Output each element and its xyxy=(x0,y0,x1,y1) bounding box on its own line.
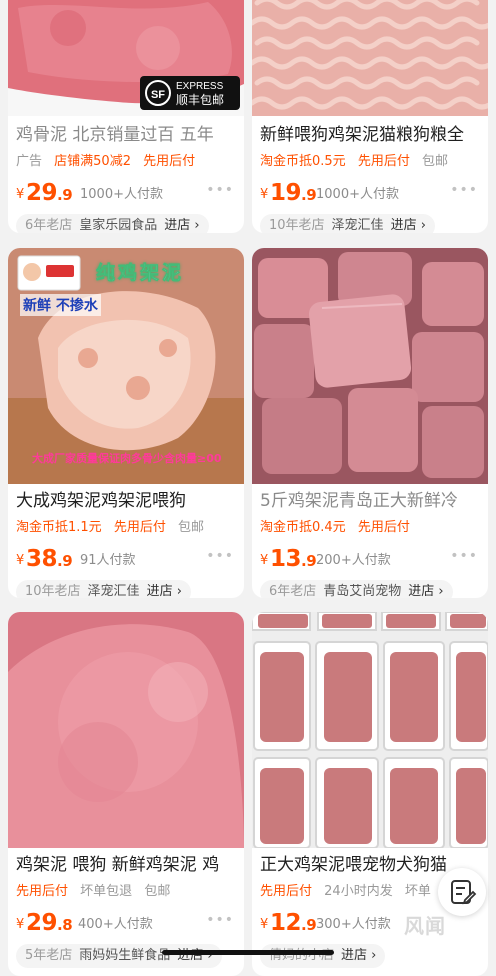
currency-symbol: ¥ xyxy=(260,553,269,568)
shop-link[interactable]: 5年老店 雨妈妈生鲜食品 进店 › xyxy=(16,944,222,968)
enter-shop-label: 进店 › xyxy=(146,584,182,598)
edit-note-icon xyxy=(451,880,477,905)
shop-link[interactable]: 6年老店 皇家乐园食品 进店 › xyxy=(16,214,209,233)
promo-tag: 店铺满50减2 xyxy=(54,154,131,169)
more-options-icon[interactable]: ••• xyxy=(206,182,234,198)
shop-link[interactable]: 6年老店 青岛艾尚宠物 进店 › xyxy=(260,580,453,598)
product-card[interactable]: SF EXPRESS 顺丰包邮 鸡骨泥 北京销量过百 五年 广告 店铺满50减2… xyxy=(8,0,244,233)
express-label: EXPRESS xyxy=(176,81,224,92)
shop-name: 青岛艾尚宠物 xyxy=(323,584,402,598)
sales-count: 200+人付款 xyxy=(316,553,391,568)
home-indicator[interactable] xyxy=(162,950,334,955)
image-bottom-caption: 大成厂家质量保证肉多骨少含肉量≥00 xyxy=(32,452,222,465)
image-headline: 纯鸡架泥 xyxy=(96,262,185,285)
product-image xyxy=(252,0,488,116)
product-image xyxy=(252,612,488,848)
edit-note-button[interactable] xyxy=(438,868,486,916)
shop-name: 泽宠汇佳 xyxy=(87,584,140,598)
product-card[interactable]: 5斤鸡架泥青岛正大新鲜冷 淘金币抵0.4元 先用后付 ¥ 13.9 200+人付… xyxy=(252,248,488,598)
ship-24h-tag: 24小时内发 xyxy=(324,884,393,899)
currency-symbol: ¥ xyxy=(16,187,25,202)
product-tags: 淘金币抵0.5元 先用后付 包邮 xyxy=(260,152,482,172)
shop-age: 6年老店 xyxy=(269,584,317,598)
product-image: SF EXPRESS 顺丰包邮 xyxy=(8,0,244,116)
currency-symbol: ¥ xyxy=(16,917,25,932)
product-image: 纯鸡架泥 新鲜 不掺水 大成厂家质量保证肉多骨少含肉量≥00 xyxy=(8,248,244,484)
ad-tag: 广告 xyxy=(16,154,43,169)
more-options-icon[interactable]: ••• xyxy=(450,548,478,564)
sales-count: 1000+人付款 xyxy=(80,187,163,202)
product-title[interactable]: 鸡骨泥 北京销量过百 五年 xyxy=(16,122,238,148)
price-row: ¥ 29.9 1000+人付款 ••• xyxy=(16,178,236,206)
shop-age: 10年老店 xyxy=(25,584,81,598)
shop-age: 6年老店 xyxy=(25,218,73,233)
free-shipping-tag: 包邮 xyxy=(144,884,171,899)
price-row: ¥ 13.9 200+人付款 ••• xyxy=(260,544,480,572)
shop-age: 10年老店 xyxy=(269,218,325,233)
product-image xyxy=(252,248,488,484)
product-price: 13.9 xyxy=(270,546,317,572)
product-price: 12.9 xyxy=(270,910,317,936)
product-price: 29.9 xyxy=(26,180,73,206)
refund-tag: 坏单 xyxy=(404,884,431,899)
product-card[interactable]: 正大鸡架泥喂宠物犬狗猫 先用后付 24小时内发 坏单 ¥ 12.9 300+人付… xyxy=(252,612,488,976)
product-price: 38.9 xyxy=(26,546,73,572)
sales-count: 400+人付款 xyxy=(78,917,153,932)
product-tags: 淘金币抵1.1元 先用后付 包邮 xyxy=(16,518,238,538)
shop-name: 皇家乐园食品 xyxy=(79,218,158,233)
enter-shop-label: 进店 › xyxy=(390,218,426,233)
enter-shop-label: 进店 › xyxy=(164,218,200,233)
free-shipping-tag: 包邮 xyxy=(177,520,204,535)
pay-later-tag: 先用后付 xyxy=(113,520,166,535)
product-tags: 先用后付 坏单包退 包邮 xyxy=(16,882,238,902)
product-card[interactable]: 鸡架泥 喂狗 新鲜鸡架泥 鸡 先用后付 坏单包退 包邮 ¥ 29.8 400+人… xyxy=(8,612,244,976)
refund-tag: 坏单包退 xyxy=(80,884,133,899)
product-title[interactable]: 鸡架泥 喂狗 新鲜鸡架泥 鸡 xyxy=(16,852,238,878)
product-tags: 淘金币抵0.4元 先用后付 xyxy=(260,518,482,538)
shop-age: 5年老店 xyxy=(25,948,73,963)
price-row: ¥ 19.9 1000+人付款 ••• xyxy=(260,178,480,206)
product-card[interactable]: 纯鸡架泥 新鲜 不掺水 大成厂家质量保证肉多骨少含肉量≥00 大成鸡架泥鸡架泥喂… xyxy=(8,248,244,598)
coin-discount-tag: 淘金币抵0.5元 xyxy=(260,154,346,169)
free-shipping-tag: 包邮 xyxy=(421,154,448,169)
pay-later-tag: 先用后付 xyxy=(357,520,410,535)
coin-discount-tag: 淘金币抵0.4元 xyxy=(260,520,346,535)
product-image xyxy=(8,612,244,848)
price-row: ¥ 38.9 91人付款 ••• xyxy=(16,544,236,572)
more-options-icon[interactable]: ••• xyxy=(450,182,478,198)
product-title[interactable]: 大成鸡架泥鸡架泥喂狗 xyxy=(16,488,238,514)
express-shipping-label: 顺丰包邮 xyxy=(176,93,224,107)
shop-name: 泽宠汇佳 xyxy=(331,218,384,233)
more-options-icon[interactable]: ••• xyxy=(206,912,234,928)
more-options-icon[interactable]: ••• xyxy=(206,548,234,564)
product-tags: 广告 店铺满50减2 先用后付 xyxy=(16,152,238,172)
image-subheadline: 新鲜 不掺水 xyxy=(20,294,101,316)
shop-link[interactable]: 10年老店 泽宠汇佳 进店 › xyxy=(16,580,191,598)
pay-later-tag: 先用后付 xyxy=(357,154,410,169)
sales-count: 300+人付款 xyxy=(316,917,391,932)
product-price: 29.8 xyxy=(26,910,73,936)
enter-shop-label: 进店 › xyxy=(341,948,377,963)
enter-shop-label: 进店 › xyxy=(408,584,444,598)
pay-later-tag: 先用后付 xyxy=(16,884,69,899)
price-row: ¥ 29.8 400+人付款 ••• xyxy=(16,908,236,936)
currency-symbol: ¥ xyxy=(16,553,25,568)
coin-discount-tag: 淘金币抵1.1元 xyxy=(16,520,102,535)
pay-later-tag: 先用后付 xyxy=(143,154,196,169)
product-price: 19.9 xyxy=(270,180,317,206)
product-grid: SF EXPRESS 顺丰包邮 鸡骨泥 北京销量过百 五年 广告 店铺满50减2… xyxy=(0,0,496,976)
product-title[interactable]: 5斤鸡架泥青岛正大新鲜冷 xyxy=(260,488,482,514)
product-title[interactable]: 新鲜喂狗鸡架泥猫粮狗粮全 xyxy=(260,122,482,148)
product-card[interactable]: 新鲜喂狗鸡架泥猫粮狗粮全 淘金币抵0.5元 先用后付 包邮 ¥ 19.9 100… xyxy=(252,0,488,233)
currency-symbol: ¥ xyxy=(260,187,269,202)
sales-count: 91人付款 xyxy=(80,553,136,568)
sales-count: 1000+人付款 xyxy=(316,187,399,202)
currency-symbol: ¥ xyxy=(260,917,269,932)
pay-later-tag: 先用后付 xyxy=(260,884,313,899)
watermark-logo: 风闻 xyxy=(404,914,446,938)
shop-link[interactable]: 10年老店 泽宠汇佳 进店 › xyxy=(260,214,435,233)
sf-logo: SF xyxy=(151,89,165,101)
shop-link[interactable]: 倩妈的小店 进店 › xyxy=(260,944,386,968)
shop-name: 雨妈妈生鲜食品 xyxy=(79,948,171,963)
